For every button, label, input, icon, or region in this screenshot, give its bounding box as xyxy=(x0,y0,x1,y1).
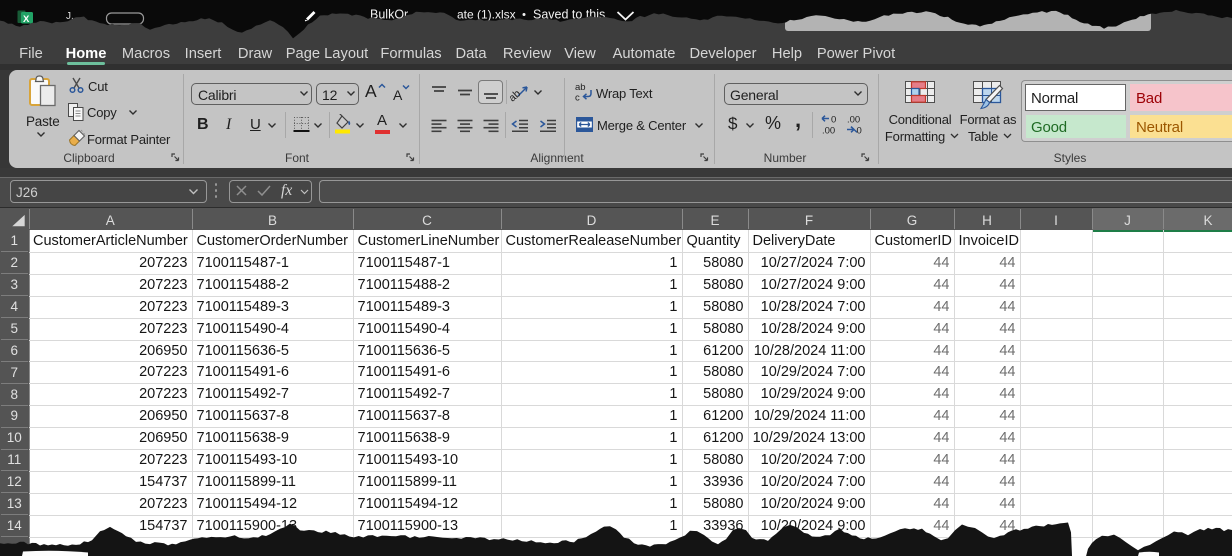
svg-text:ab: ab xyxy=(575,82,586,93)
svg-text:Saved to this: Saved to this xyxy=(533,8,605,22)
svg-text:J..: J.. xyxy=(66,11,77,22)
svg-text:.00: .00 xyxy=(847,115,860,126)
svg-text:X: X xyxy=(23,14,30,25)
svg-text:0: 0 xyxy=(857,126,862,137)
svg-text:c: c xyxy=(575,93,580,103)
svg-text:ate (1).xlsx: ate (1).xlsx xyxy=(457,8,516,22)
svg-text:BulkOr: BulkOr xyxy=(370,8,408,22)
svg-text:0: 0 xyxy=(831,115,836,126)
svg-text:.00: .00 xyxy=(822,126,835,137)
svg-text:ab: ab xyxy=(510,88,523,103)
